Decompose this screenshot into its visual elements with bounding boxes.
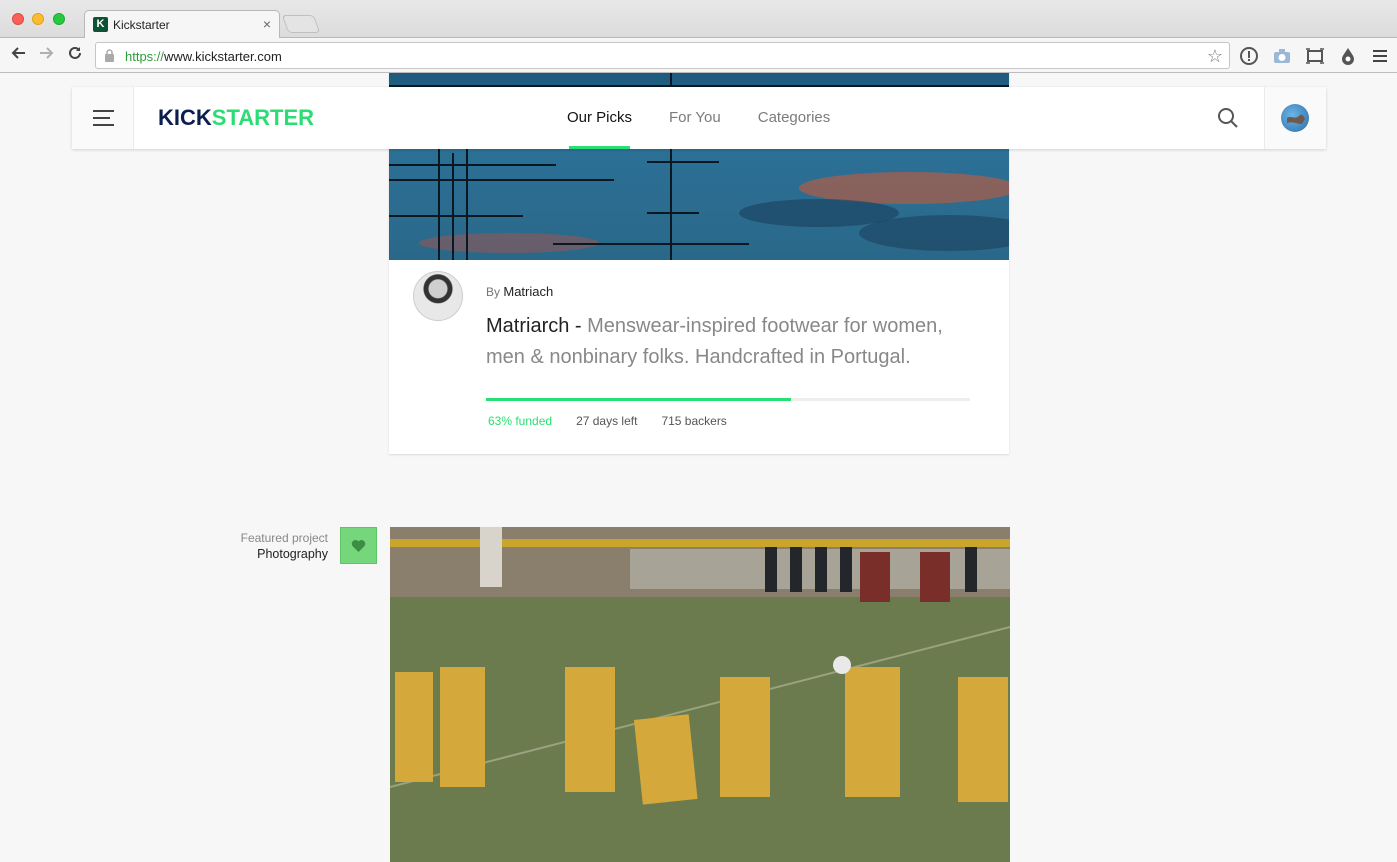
back-arrow-icon[interactable] <box>7 44 29 67</box>
info-extension-icon[interactable] <box>1239 46 1259 66</box>
lock-icon <box>105 49 114 62</box>
forward-arrow-icon[interactable] <box>36 44 58 67</box>
creator-byline: By Matriach <box>486 284 554 299</box>
new-tab-button[interactable] <box>281 15 321 33</box>
creator-avatar[interactable] <box>413 271 463 321</box>
featured-label-text: Featured project <box>240 531 328 545</box>
user-menu-button[interactable] <box>1264 87 1326 149</box>
menu-icon[interactable] <box>1370 46 1390 66</box>
heart-icon <box>351 540 366 552</box>
search-icon[interactable] <box>1217 107 1239 129</box>
hamburger-menu-button[interactable] <box>72 87 134 149</box>
tab-our-picks[interactable]: Our Picks <box>567 87 632 149</box>
project-name[interactable]: Matriarch - <box>486 315 582 337</box>
minimize-window-button[interactable] <box>32 13 44 25</box>
featured-project-label: Featured project Photography <box>200 530 328 562</box>
browser-tab-strip: K Kickstarter × <box>0 0 1397 39</box>
url-text: https://www.kickstarter.com <box>125 49 282 64</box>
tab-close-icon[interactable]: × <box>263 16 271 32</box>
capture-extension-icon[interactable] <box>1305 46 1325 66</box>
bookmark-star-icon[interactable]: ☆ <box>1207 46 1223 67</box>
kickstarter-favicon-icon: K <box>93 17 108 32</box>
tab-categories[interactable]: Categories <box>758 87 831 149</box>
address-bar[interactable]: https://www.kickstarter.com ☆ <box>95 42 1230 69</box>
main-nav: Our Picks For You Categories <box>567 87 867 149</box>
kickstarter-header: KICKSTARTER Our Picks For You Categories <box>72 87 1326 149</box>
browser-tab-kickstarter[interactable]: K Kickstarter × <box>84 10 280 39</box>
funding-progress-fill <box>486 398 791 401</box>
drop-extension-icon[interactable] <box>1338 46 1358 66</box>
featured-project-image[interactable] <box>390 527 1010 862</box>
tab-for-you[interactable]: For You <box>669 87 721 149</box>
funding-progress-bar <box>486 398 970 401</box>
backers-count: 715 backers <box>661 414 727 428</box>
project-blurb[interactable]: Matriarch - Menswear-inspired footwear f… <box>486 311 986 373</box>
reload-icon[interactable] <box>64 44 86 67</box>
kickstarter-logo[interactable]: KICKSTARTER <box>158 105 314 131</box>
browser-toolbar: https://www.kickstarter.com ☆ <box>0 38 1397 73</box>
maximize-window-button[interactable] <box>53 13 65 25</box>
creator-name-link[interactable]: Matriach <box>503 284 553 299</box>
close-window-button[interactable] <box>12 13 24 25</box>
camera-extension-icon[interactable] <box>1272 46 1292 66</box>
funded-percent: 63% funded <box>488 414 553 428</box>
project-stats: 63% funded 27 days left 715 backers <box>488 414 751 428</box>
days-left: 27 days left <box>576 414 638 428</box>
tab-title: Kickstarter <box>113 18 170 32</box>
featured-category-link[interactable]: Photography <box>200 546 328 562</box>
save-heart-button[interactable] <box>340 527 377 564</box>
user-avatar <box>1281 104 1309 132</box>
